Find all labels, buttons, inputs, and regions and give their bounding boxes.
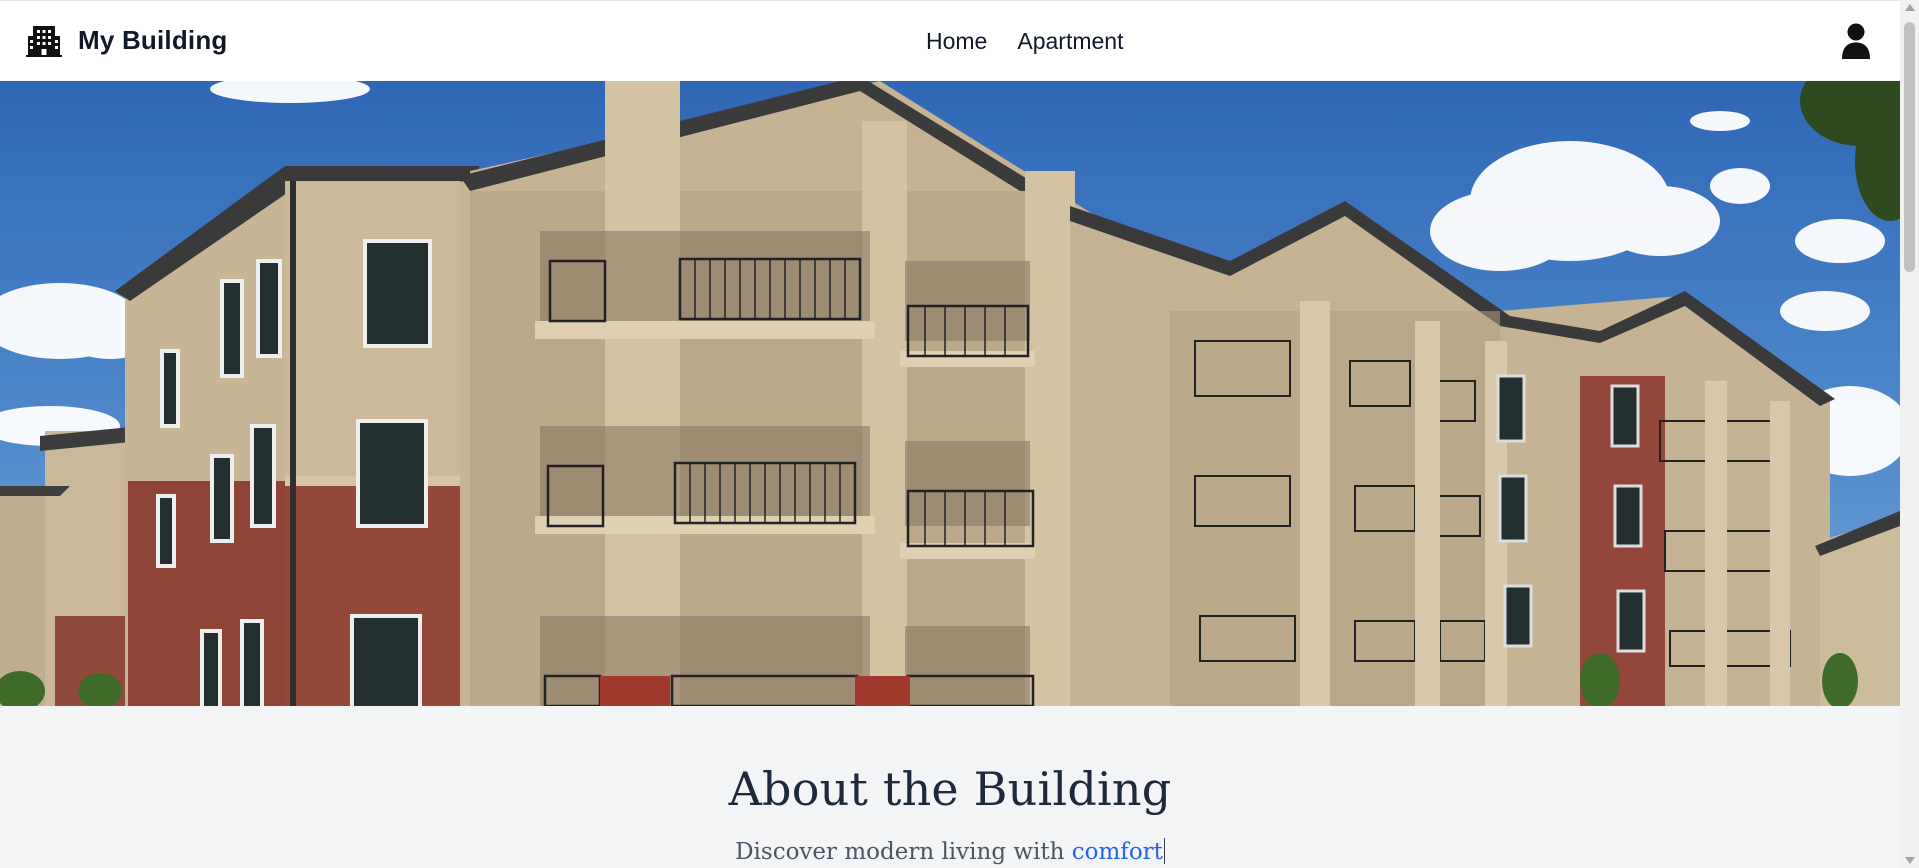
- nav-home-link[interactable]: Home: [926, 28, 987, 55]
- user-icon[interactable]: [1840, 23, 1872, 59]
- main-nav: Home Apartment: [926, 28, 1123, 55]
- brand-name: My Building: [78, 24, 228, 55]
- scroll-up-arrow-icon[interactable]: [1905, 4, 1915, 11]
- typing-caret: [1163, 838, 1165, 864]
- about-section: About the Building Discover modern livin…: [0, 706, 1900, 868]
- building-icon: [26, 23, 62, 57]
- about-subtitle-highlight: comfort: [1071, 839, 1163, 865]
- hero-building-image: [0, 81, 1900, 706]
- scrollbar-thumb[interactable]: [1904, 22, 1915, 272]
- about-subtitle-prefix: Discover modern living with: [735, 839, 1072, 865]
- brand[interactable]: My Building: [26, 23, 228, 57]
- nav-apartment-link[interactable]: Apartment: [1017, 28, 1123, 55]
- scroll-down-arrow-icon[interactable]: [1905, 857, 1915, 864]
- top-navbar: My Building Home Apartment: [0, 0, 1900, 81]
- about-title: About the Building: [728, 762, 1172, 816]
- about-subtitle: Discover modern living with comfort: [0, 838, 1900, 865]
- page-scrollbar[interactable]: [1900, 0, 1919, 868]
